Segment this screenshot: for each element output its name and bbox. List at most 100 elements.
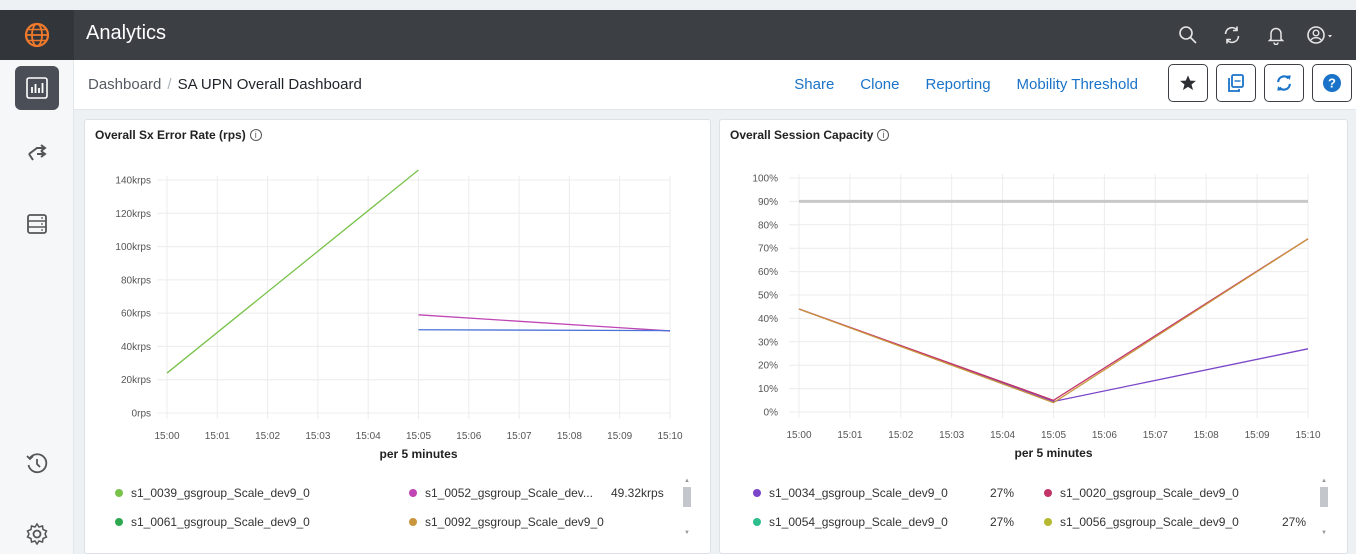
breadcrumb-current: SA UPN Overall Dashboard [177, 76, 362, 93]
y-tick-label: 120krps [115, 209, 151, 220]
legend-swatch [409, 489, 417, 497]
legend-scrollbar[interactable]: ▲ ▼ [683, 478, 691, 538]
legend-swatch [409, 518, 417, 526]
x-tick-label: 15:09 [607, 431, 632, 442]
x-tick-label: 15:05 [406, 431, 431, 442]
legend-swatch [1044, 518, 1052, 526]
x-tick-label: 15:04 [990, 430, 1015, 441]
y-tick-label: 140krps [115, 176, 151, 187]
x-tick-label: 15:05 [1041, 430, 1066, 441]
y-tick-label: 90% [758, 197, 778, 208]
x-tick-label: 15:00 [154, 431, 179, 442]
refresh-icon [1277, 75, 1291, 91]
star-icon [1180, 75, 1196, 91]
mobility-threshold-link[interactable]: Mobility Threshold [1017, 76, 1138, 93]
favorite-button[interactable] [1168, 64, 1208, 102]
legend-value: 49.32krps [611, 486, 664, 500]
y-tick-label: 80krps [121, 275, 151, 286]
scroll-up-arrow[interactable]: ▲ [683, 478, 691, 484]
refresh-icon[interactable] [1210, 10, 1254, 60]
sx-error-rate-chart: 15:00 15:01 15:02 15:03 15:04 15:05 15:06 15:07… [115, 169, 683, 461]
series-line [418, 314, 671, 332]
legend-label: s1_0039_gsgroup_Scale_dev9_0 [131, 486, 310, 500]
legend-label: s1_0056_gsgroup_Scale_dev9_0 [1060, 515, 1239, 529]
x-tick-label: 15:02 [255, 431, 280, 442]
legend-label: s1_0052_gsgroup_Scale_dev... [425, 486, 593, 500]
session-capacity-chart: 15:00 15:01 15:02 15:03 15:04 15:05 15:06 15:07… [752, 174, 1321, 461]
user-icon[interactable] [1298, 10, 1342, 60]
x-axis-label: per 5 minutes [379, 447, 457, 461]
legend-scrollbar[interactable]: ▲ ▼ [1320, 478, 1328, 538]
scroll-thumb[interactable] [1320, 487, 1328, 507]
scroll-down-arrow[interactable]: ▼ [683, 530, 691, 536]
x-tick-label: 15:07 [507, 431, 532, 442]
legend-item[interactable]: s1_0092_gsgroup_Scale_dev9_0 [409, 515, 604, 529]
x-tick-label: 15:03 [939, 430, 964, 441]
scroll-down-arrow[interactable]: ▼ [1320, 530, 1328, 536]
y-tick-label: 20% [758, 361, 778, 372]
x-tick-label: 15:01 [837, 430, 862, 441]
legend-label: s1_0034_gsgroup_Scale_dev9_0 [769, 486, 948, 500]
y-tick-label: 40krps [121, 342, 151, 353]
sx-error-rate-panel: Overall Sx Error Rate (rps) i 15:00 15:01… [84, 119, 711, 554]
sidebar-item-routes[interactable] [15, 130, 59, 174]
scroll-thumb[interactable] [683, 487, 691, 507]
svg-text:?: ? [1328, 76, 1336, 91]
legend-value: 27% [990, 486, 1015, 500]
legend-item[interactable]: s1_0056_gsgroup_Scale_dev9_0 [1044, 515, 1239, 529]
server-icon [27, 214, 47, 234]
sidebar-item-analytics[interactable] [15, 66, 59, 110]
legend-swatch [115, 489, 123, 497]
breadcrumb-root[interactable]: Dashboard [88, 76, 161, 93]
top-icons [1166, 10, 1342, 60]
legend-item[interactable]: s1_0039_gsgroup_Scale_dev9_0 [115, 486, 310, 500]
refresh-button[interactable] [1264, 64, 1304, 102]
x-tick-label: 15:04 [356, 431, 381, 442]
legend-item[interactable]: s1_0061_gsgroup_Scale_dev9_0 [115, 515, 310, 529]
history-icon [26, 453, 48, 474]
session-capacity-panel: Overall Session Capacity i 15:00 15:01 15:… [719, 119, 1348, 554]
top-bar: Analytics [0, 10, 1356, 60]
legend-item[interactable]: s1_0052_gsgroup_Scale_dev... [409, 486, 593, 500]
share-link[interactable]: Share [794, 76, 834, 93]
legend-swatch [1044, 489, 1052, 497]
legend-label: s1_0054_gsgroup_Scale_dev9_0 [769, 515, 948, 529]
globe-icon [24, 22, 50, 48]
sidebar-item-history[interactable] [15, 442, 59, 486]
y-tick-label: 50% [758, 291, 778, 302]
x-tick-label: 15:00 [786, 430, 811, 441]
logo[interactable] [0, 10, 74, 60]
series-line [166, 169, 419, 374]
y-tick-label: 10% [758, 384, 778, 395]
legend-item[interactable]: s1_0054_gsgroup_Scale_dev9_0 [753, 515, 948, 529]
sidebar-item-servers[interactable] [15, 202, 59, 246]
x-tick-label: 15:02 [888, 430, 913, 441]
search-icon[interactable] [1166, 10, 1210, 60]
y-tick-label: 0rps [132, 409, 151, 420]
x-tick-label: 15:01 [205, 431, 230, 442]
sidebar-item-settings[interactable] [15, 512, 59, 554]
legend-item[interactable]: s1_0034_gsgroup_Scale_dev9_0 [753, 486, 948, 500]
breadcrumb: Dashboard / SA UPN Overall Dashboard [88, 76, 362, 93]
action-buttons: ? [1168, 64, 1352, 102]
clone-link[interactable]: Clone [860, 76, 899, 93]
y-tick-label: 60% [758, 267, 778, 278]
breadcrumb-separator: / [167, 76, 172, 93]
bell-icon[interactable] [1254, 10, 1298, 60]
reporting-link[interactable]: Reporting [926, 76, 991, 93]
y-tick-label: 30% [758, 337, 778, 348]
sidebar [0, 60, 74, 554]
app-title: Analytics [86, 22, 167, 44]
legend-value: 27% [990, 515, 1015, 529]
x-tick-label: 15:10 [1295, 430, 1320, 441]
copy-button[interactable] [1216, 64, 1256, 102]
legend-item[interactable]: s1_0020_gsgroup_Scale_dev9_0 [1044, 486, 1239, 500]
bar-chart-icon [26, 77, 48, 99]
help-button[interactable]: ? [1312, 64, 1352, 102]
x-tick-label: 15:08 [557, 431, 582, 442]
breadcrumb-bar: Dashboard / SA UPN Overall Dashboard Share… [74, 60, 1356, 110]
x-tick-label: 15:06 [1092, 430, 1117, 441]
scroll-up-arrow[interactable]: ▲ [1320, 478, 1328, 484]
y-tick-label: 70% [758, 244, 778, 255]
legend-swatch [115, 518, 123, 526]
